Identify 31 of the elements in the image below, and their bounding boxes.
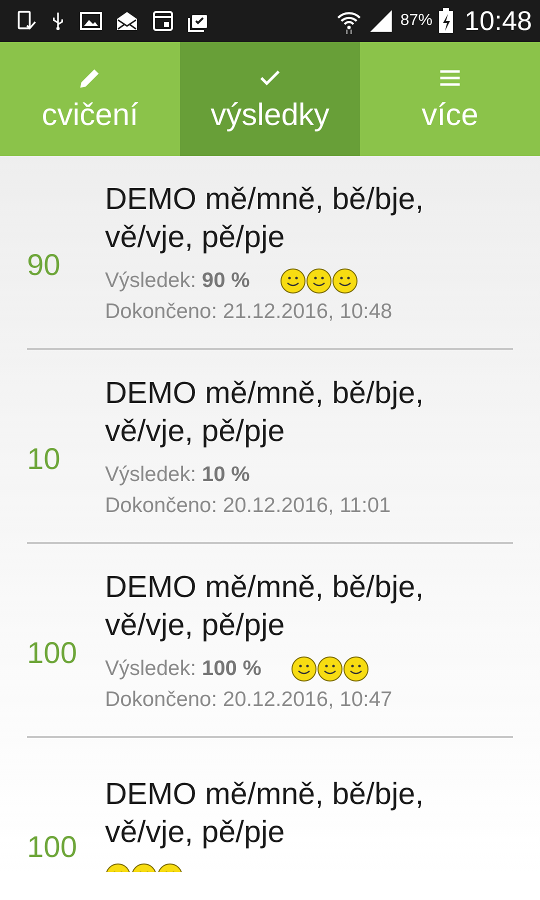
result-text: Výsledek: 90 % bbox=[105, 269, 250, 293]
completion-date: Dokončeno: 21.12.2016, 10:48 bbox=[105, 300, 394, 324]
completion-date: Dokončeno: 20.12.2016, 10:47 bbox=[105, 688, 394, 712]
result-item[interactable]: 90 DEMO mě/mně, bě/bje, vě/vje, pě/pje Výsledek: 90 % Dokončeno: 21.12.2016, 10:48 bbox=[27, 156, 513, 350]
score: 100 bbox=[27, 830, 78, 865]
completion-date: Dokončeno: 20.12.2016, 11:01 bbox=[105, 494, 392, 518]
result-item[interactable]: 100 DEMO mě/mně, bě/bje, vě/vje, pě/pje Výsledek: 100 % Dokončeno: 20.12.2016, 10:47 bbox=[27, 544, 513, 738]
result-item[interactable]: 100 DEMO mě/mně, bě/bje, vě/vje, pě/pje bbox=[27, 738, 513, 872]
smiley-icon bbox=[280, 268, 306, 294]
score: 90 bbox=[27, 248, 62, 283]
result-text: Výsledek: 100 % bbox=[105, 657, 262, 681]
image-icon bbox=[78, 9, 104, 33]
smiley-icon bbox=[317, 656, 344, 682]
exercise-title: DEMO mě/mně, bě/bje, vě/vje, pě/pje bbox=[105, 776, 425, 851]
signal-icon bbox=[368, 8, 394, 34]
smiley-icon bbox=[291, 656, 318, 682]
exercise-title: DEMO mě/mně, bě/bje, vě/vje, pě/pje bbox=[105, 375, 425, 450]
exercise-title: DEMO mě/mně, bě/bje, vě/vje, pě/pje bbox=[105, 181, 425, 256]
battery-percent: 87% bbox=[400, 12, 432, 30]
window-icon bbox=[150, 9, 176, 33]
score: 100 bbox=[27, 636, 78, 671]
smiley-icon bbox=[332, 268, 358, 294]
clock: 10:48 bbox=[464, 6, 532, 36]
battery-charging-icon bbox=[438, 8, 454, 34]
smiley-icon bbox=[306, 268, 332, 294]
exercise-title: DEMO mě/mně, bě/bje, vě/vje, pě/pje bbox=[105, 569, 425, 644]
smiley-icon bbox=[343, 656, 370, 682]
score: 10 bbox=[27, 442, 62, 477]
result-text: Výsledek: 10 % bbox=[105, 463, 250, 487]
envelope-icon bbox=[114, 9, 140, 33]
result-item[interactable]: 10 DEMO mě/mně, bě/bje, vě/vje, pě/pje Výsledek: 10 % Dokončeno: 20.12.2016, 11:01 bbox=[27, 350, 513, 544]
